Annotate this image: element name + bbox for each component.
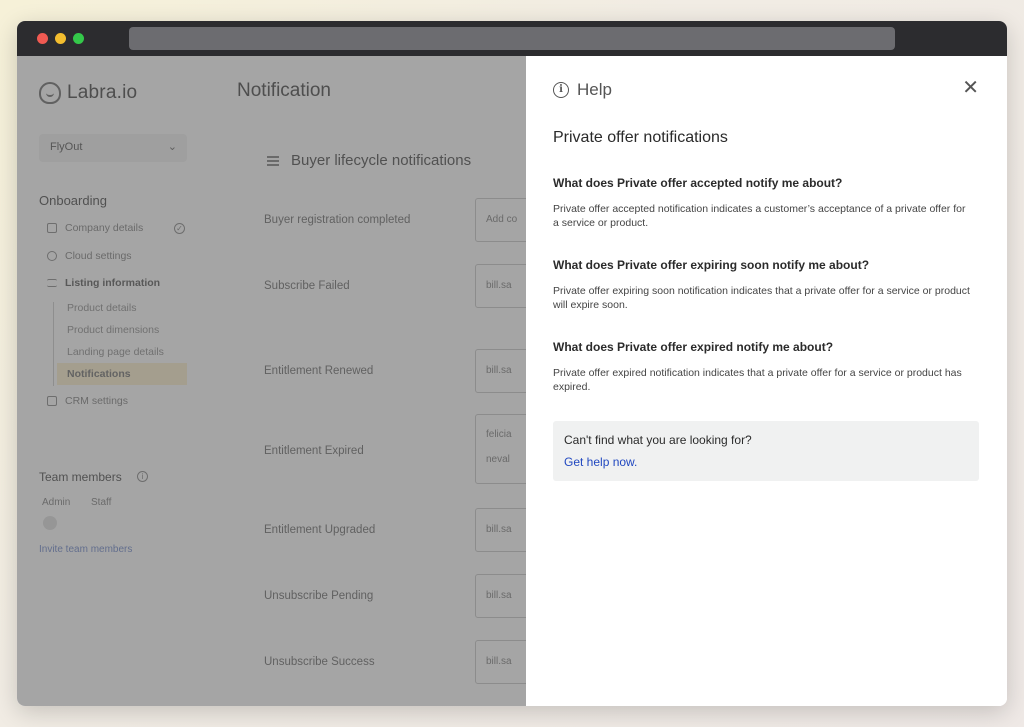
- info-icon: i: [553, 82, 569, 98]
- address-bar[interactable]: [129, 27, 895, 50]
- close-window-button[interactable]: [37, 33, 48, 44]
- help-subtitle: Private offer notifications: [553, 129, 728, 146]
- help-contact-box: Can't find what you are looking for? Get…: [553, 421, 979, 481]
- faq-question: What does Private offer expired notify m…: [553, 340, 834, 354]
- minimize-window-button[interactable]: [55, 33, 66, 44]
- browser-window: Labra.io FlyOut ⌄ Onboarding Company det…: [17, 21, 1007, 706]
- modal-backdrop[interactable]: [17, 56, 526, 706]
- help-header: i Help: [553, 80, 612, 100]
- faq-answer: Private offer accepted notification indi…: [553, 203, 966, 229]
- help-box-question: Can't find what you are looking for?: [564, 433, 752, 447]
- help-panel: i Help ✕ Private offer notifications Wha…: [526, 56, 1007, 706]
- faq-answer: Private offer expired notification indic…: [553, 367, 962, 393]
- app-area: Labra.io FlyOut ⌄ Onboarding Company det…: [17, 56, 1007, 706]
- close-icon[interactable]: ✕: [962, 78, 979, 98]
- get-help-link[interactable]: Get help now.: [564, 455, 968, 469]
- help-title: Help: [577, 80, 612, 99]
- faq-question: What does Private offer expiring soon no…: [553, 258, 870, 272]
- faq-question: What does Private offer accepted notify …: [553, 176, 843, 190]
- faq-answer: Private offer expiring soon notification…: [553, 285, 970, 311]
- maximize-window-button[interactable]: [73, 33, 84, 44]
- title-bar: [17, 21, 1007, 56]
